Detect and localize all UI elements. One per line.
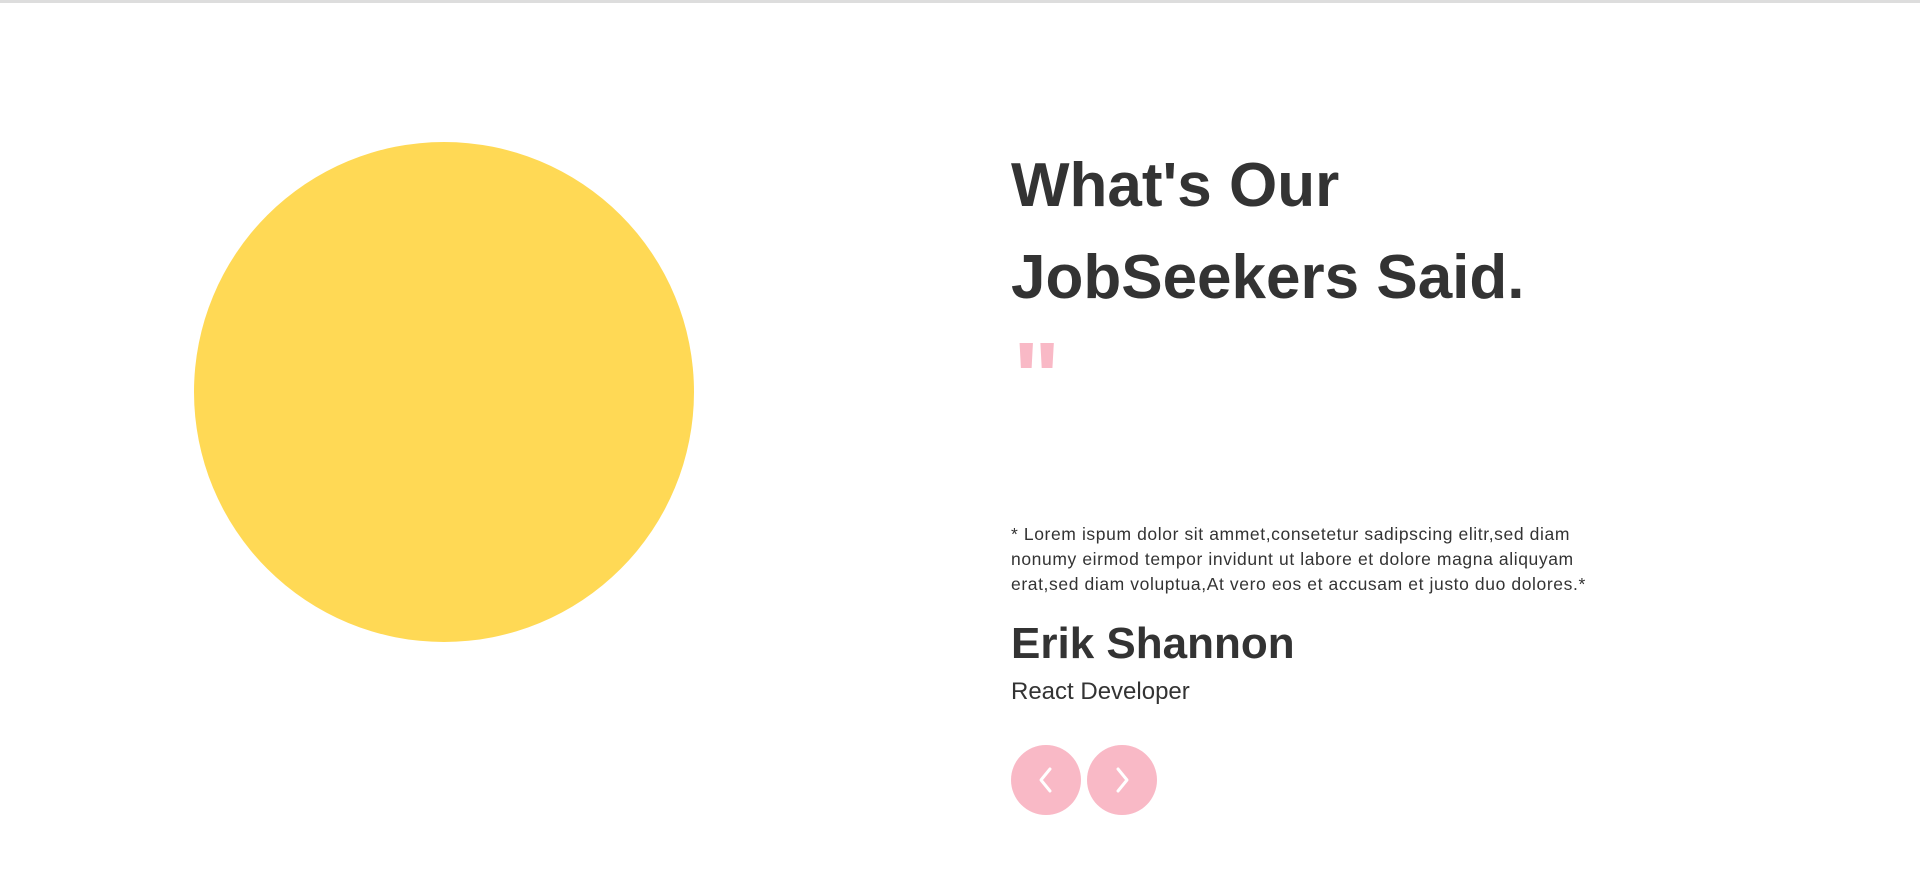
testimonial-text: * Lorem ispum dolor sit ammet,consetetur… xyxy=(1011,524,1586,594)
section-heading: What's Our JobSeekers Said. xyxy=(1011,151,1525,312)
author-role: React Developer xyxy=(1011,678,1190,705)
carousel-navigation xyxy=(1011,745,1631,815)
decorative-circle xyxy=(194,142,694,642)
testimonial-section: What's Our JobSeekers Said. " * Lorem is… xyxy=(1011,140,1631,815)
author-name: Erik Shannon xyxy=(1011,619,1295,668)
previous-button[interactable] xyxy=(1011,745,1081,815)
next-button[interactable] xyxy=(1087,745,1157,815)
chevron-right-icon xyxy=(1112,765,1132,795)
quote-icon: " xyxy=(1013,328,1061,390)
top-divider xyxy=(0,0,1920,3)
chevron-left-icon xyxy=(1036,765,1056,795)
